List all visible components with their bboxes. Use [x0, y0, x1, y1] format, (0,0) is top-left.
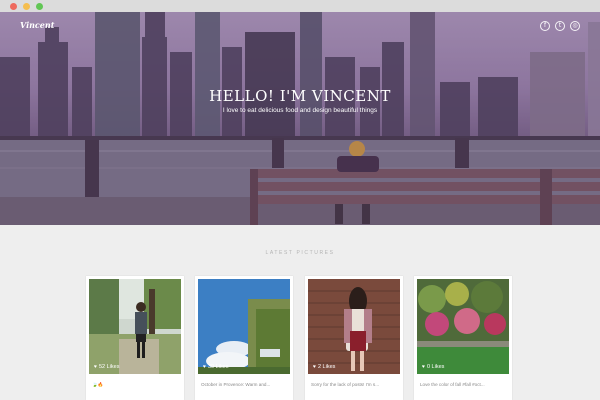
- hero-banner: Vincent f t ◎ HELLO! I'M VINCENT I love …: [0, 12, 600, 225]
- picture-card[interactable]: ♥ 52 Likes 🍃🔥: [86, 276, 184, 400]
- heart-icon: ♥: [94, 364, 97, 370]
- facebook-icon[interactable]: f: [540, 21, 550, 31]
- hero-subtitle: I love to eat delicious food and design …: [222, 107, 378, 114]
- maximize-window-button[interactable]: [36, 2, 43, 10]
- social-links: f t ◎: [540, 21, 580, 31]
- heart-icon: ♥: [422, 364, 425, 370]
- hero-title: HELLO! I'M VINCENT: [209, 87, 391, 105]
- twitter-icon[interactable]: t: [555, 21, 565, 31]
- picture-caption[interactable]: Sorry for the lack of posts! I'm s...: [311, 382, 397, 387]
- latest-pictures-heading: LATEST PICTURES: [265, 250, 335, 256]
- picture-card[interactable]: ♥ 30 Likes October in Provence: Warm and.…: [195, 276, 293, 400]
- minimize-window-button[interactable]: [23, 2, 30, 10]
- picture-thumbnail[interactable]: ♥ 2 Likes: [308, 279, 400, 374]
- brand-logo[interactable]: Vincent: [20, 20, 54, 30]
- close-window-button[interactable]: [10, 2, 17, 10]
- picture-caption[interactable]: 🍃🔥: [92, 382, 178, 388]
- window-titlebar: [0, 0, 600, 12]
- picture-thumbnail[interactable]: ♥ 30 Likes: [198, 279, 290, 374]
- picture-grid: ♥ 52 Likes 🍃🔥 ♥ 30 Likes October in Proven…: [86, 276, 514, 400]
- heart-icon: ♥: [203, 364, 206, 370]
- heart-icon: ♥: [313, 364, 316, 370]
- browser-window: Vincent f t ◎ HELLO! I'M VINCENT I love …: [0, 0, 600, 400]
- picture-caption[interactable]: Love the color of fall #fall #oct...: [420, 382, 506, 387]
- hero-overlay: [0, 12, 600, 225]
- likes-count: ♥ 2 Likes: [313, 364, 336, 370]
- instagram-icon[interactable]: ◎: [570, 21, 580, 31]
- picture-caption[interactable]: October in Provence: Warm and...: [201, 382, 287, 387]
- picture-thumbnail[interactable]: ♥ 0 Likes: [417, 279, 509, 374]
- likes-count: ♥ 30 Likes: [203, 364, 229, 370]
- picture-card[interactable]: ♥ 2 Likes Sorry for the lack of posts! I'…: [305, 276, 403, 400]
- picture-thumbnail[interactable]: ♥ 52 Likes: [89, 279, 181, 374]
- picture-card[interactable]: ♥ 0 Likes Love the color of fall #fall #o…: [414, 276, 512, 400]
- likes-count: ♥ 52 Likes: [94, 364, 120, 370]
- likes-count: ♥ 0 Likes: [422, 364, 445, 370]
